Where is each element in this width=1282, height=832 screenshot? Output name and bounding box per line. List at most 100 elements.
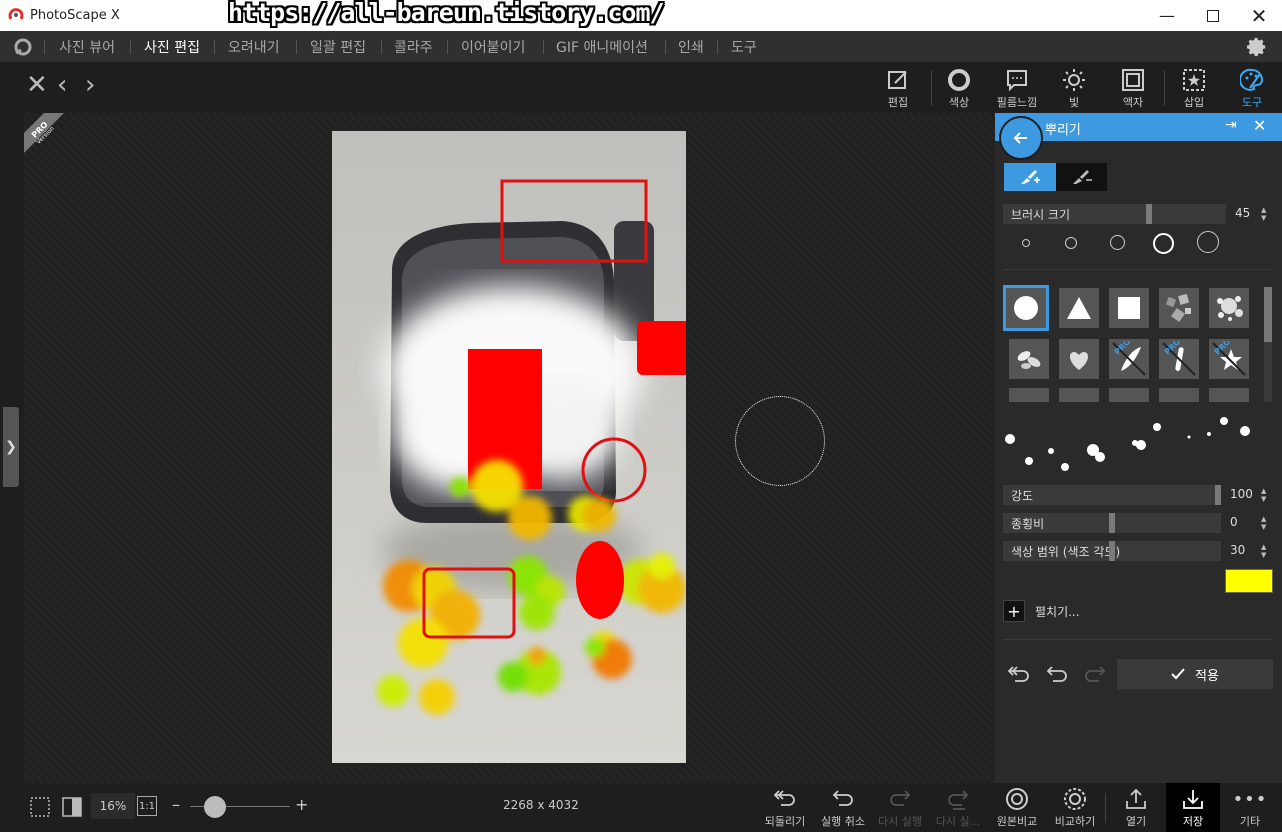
color-swatch[interactable] — [1225, 569, 1273, 593]
slider-knob[interactable] — [1109, 513, 1115, 533]
intensity-spinner[interactable]: ▲ ▼ — [1261, 487, 1266, 503]
zoom-percent[interactable]: 16% — [91, 793, 135, 819]
apply-button[interactable]: 적용 — [1117, 659, 1273, 689]
brush-circle[interactable] — [1003, 285, 1049, 331]
tool-frame[interactable]: 액자 — [1105, 66, 1161, 110]
maximize-button[interactable] — [1190, 0, 1236, 31]
tool-edit[interactable]: 편집 — [870, 66, 926, 110]
actual-size-button[interactable]: 1:1 — [137, 796, 157, 816]
brush-size-value[interactable]: 45 — [1235, 206, 1250, 220]
brush-grid-scrollbar[interactable] — [1264, 287, 1272, 402]
minimize-button[interactable]: — — [1144, 0, 1190, 31]
preset-size-3[interactable] — [1110, 235, 1125, 250]
undo-button[interactable]: 실행 취소 — [816, 785, 870, 829]
panel-redo-button[interactable] — [1083, 663, 1107, 689]
compare-original-button[interactable]: 원본비교 — [990, 785, 1044, 829]
compare-icon — [1064, 788, 1086, 810]
palette-icon — [1240, 68, 1264, 91]
brush-pro-item[interactable] — [1109, 388, 1149, 402]
brush-pro-item[interactable] — [1209, 388, 1249, 402]
slider-knob[interactable] — [1146, 204, 1152, 224]
tool-color[interactable]: 색상 — [931, 66, 987, 110]
brush-pro-feather[interactable]: PRO — [1109, 339, 1149, 379]
menu-tools[interactable]: 도구 — [731, 37, 757, 57]
brush-leaves[interactable] — [1009, 339, 1049, 379]
preset-size-4[interactable] — [1153, 233, 1174, 254]
next-photo-button[interactable]: › — [85, 70, 95, 100]
save-button[interactable]: 저장 — [1166, 783, 1220, 832]
split-view-button[interactable] — [61, 796, 83, 822]
photo-image[interactable] — [332, 131, 686, 763]
brush-add-mode-button[interactable] — [1004, 163, 1056, 191]
aspect-ratio-value[interactable]: 0 — [1230, 515, 1238, 529]
slider-knob[interactable] — [1109, 541, 1115, 561]
redo-button[interactable]: 다시 실행 — [873, 785, 927, 829]
preset-size-2[interactable] — [1065, 237, 1077, 249]
menu-gif-animation[interactable]: GIF 애니메이션 — [556, 37, 648, 57]
menu-batch-edit[interactable]: 일괄 편집 — [310, 37, 366, 57]
undo-icon — [832, 790, 853, 806]
open-button[interactable]: 열기 — [1109, 785, 1163, 829]
brush-size-spinner[interactable]: ▲ ▼ — [1261, 206, 1266, 222]
previous-photo-button[interactable]: ‹ — [57, 70, 67, 100]
home-button[interactable] — [12, 37, 34, 61]
brush-square[interactable] — [1109, 288, 1149, 328]
revert-icon — [773, 790, 795, 806]
menu-photo-edit[interactable]: 사진 편집 — [144, 37, 200, 57]
back-button[interactable] — [999, 116, 1043, 160]
compare-button[interactable]: 비교하기 — [1048, 785, 1102, 829]
slider-knob[interactable] — [1215, 485, 1221, 505]
tool-light[interactable]: 빛 — [1046, 66, 1102, 110]
brush-hearts[interactable] — [1059, 339, 1099, 379]
check-icon — [1171, 668, 1185, 680]
tool-film[interactable]: 필름느낌 — [989, 66, 1045, 110]
button-label: 비교하기 — [1054, 815, 1096, 828]
aspect-ratio-spinner[interactable]: ▲ ▼ — [1261, 515, 1266, 531]
expand-left-panel-button[interactable]: ❯ — [3, 407, 19, 487]
intensity-value[interactable]: 100 — [1230, 487, 1253, 501]
brush-pro-stroke[interactable]: PRO — [1159, 339, 1199, 379]
panel-close-button[interactable]: ✕ — [1253, 116, 1266, 135]
brush-splatter[interactable] — [1209, 288, 1249, 328]
zoom-in-button[interactable]: + — [295, 795, 308, 814]
hue-range-spinner[interactable]: ▲ ▼ — [1261, 543, 1266, 559]
zoom-slider-knob[interactable] — [204, 796, 226, 818]
preset-size-5[interactable] — [1197, 231, 1219, 253]
undo-icon — [1046, 666, 1067, 682]
preset-size-1[interactable] — [1022, 239, 1030, 247]
brush-pro-item[interactable] — [1159, 388, 1199, 402]
redo-all-button[interactable]: 다시 실... — [931, 785, 985, 829]
brush-confetti[interactable] — [1159, 288, 1199, 328]
intensity-slider[interactable]: 강도 — [1003, 485, 1221, 505]
zoom-out-button[interactable]: – — [172, 795, 180, 814]
brush-pro-item[interactable] — [1009, 388, 1049, 402]
revert-button[interactable]: 되돌리기 — [758, 785, 812, 829]
hue-range-value[interactable]: 30 — [1230, 543, 1245, 557]
menu-print[interactable]: 인쇄 — [678, 37, 704, 57]
hue-range-slider[interactable]: 색상 범위 (색조 각도) — [1003, 541, 1221, 561]
panel-revert-button[interactable] — [1007, 663, 1031, 689]
expand-button[interactable]: + — [1003, 600, 1025, 622]
close-button[interactable]: ✕ — [1236, 0, 1282, 31]
tool-insert[interactable]: 삽입 — [1166, 66, 1222, 110]
more-button[interactable]: ••• 기타 — [1223, 785, 1277, 829]
menu-cut-out[interactable]: 오려내기 — [228, 37, 280, 57]
menu-collage[interactable]: 콜라주 — [394, 37, 433, 57]
redo-all-icon — [948, 790, 969, 810]
brush-erase-mode-button[interactable] — [1056, 163, 1107, 191]
selection-tool-button[interactable] — [29, 796, 51, 822]
expand-label[interactable]: 펼치기... — [1035, 603, 1080, 620]
brush-pro-star[interactable]: PRO — [1209, 339, 1249, 379]
brush-size-slider[interactable]: 브러시 크기 — [1003, 204, 1226, 224]
pin-button[interactable]: ⇥ — [1225, 117, 1237, 133]
settings-button[interactable] — [1246, 36, 1268, 62]
brush-pro-item[interactable] — [1059, 388, 1099, 402]
tool-tools[interactable]: 도구 — [1224, 66, 1280, 110]
menu-combine[interactable]: 이어붙이기 — [461, 37, 525, 57]
aspect-ratio-slider[interactable]: 종횡비 — [1003, 513, 1221, 533]
brush-triangle[interactable] — [1059, 288, 1099, 328]
menu-photo-viewer[interactable]: 사진 뷰어 — [59, 37, 115, 57]
panel-undo-button[interactable] — [1045, 663, 1069, 689]
title-bar: PhotoScape X https://all-bareun.tistory.… — [0, 0, 1282, 31]
close-photo-button[interactable]: ✕ — [26, 70, 48, 100]
